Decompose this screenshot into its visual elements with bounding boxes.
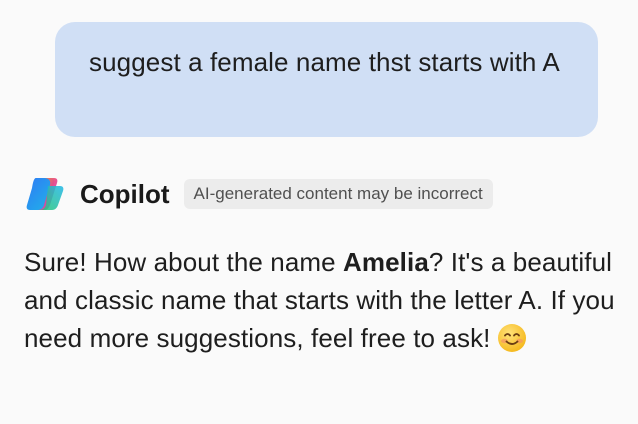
assistant-header: Copilot AI-generated content may be inco… bbox=[24, 176, 493, 212]
chat-canvas: suggest a female name thst starts with A bbox=[0, 0, 638, 424]
reply-text-start: Sure! How about the name bbox=[24, 247, 344, 277]
user-message-bubble: suggest a female name thst starts with A bbox=[55, 22, 598, 137]
reply-highlight-name: Amelia bbox=[343, 247, 429, 277]
smiling-face-emoji-icon bbox=[497, 324, 526, 352]
assistant-reply: Sure! How about the name Amelia? It's a … bbox=[24, 243, 624, 357]
assistant-name: Copilot bbox=[80, 178, 170, 209]
user-message-text: suggest a female name thst starts with A bbox=[89, 47, 560, 77]
copilot-logo-icon bbox=[26, 178, 64, 210]
ai-disclaimer-badge: AI-generated content may be incorrect bbox=[183, 179, 493, 209]
